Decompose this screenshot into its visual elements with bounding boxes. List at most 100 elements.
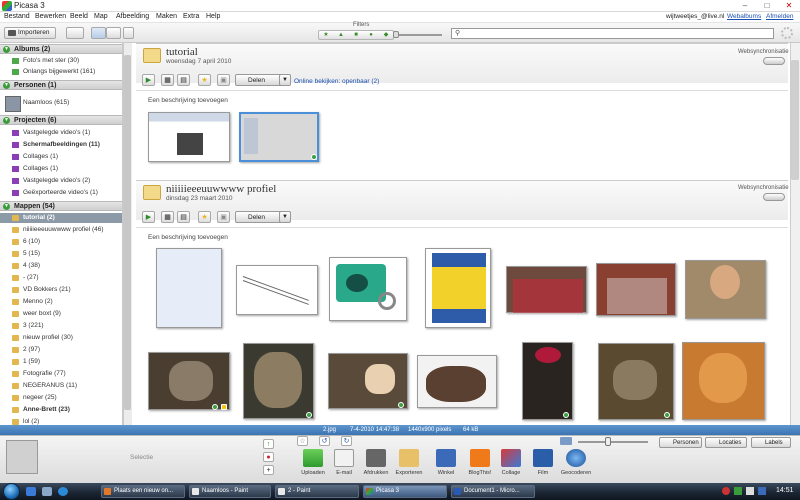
taskbar-item[interactable]: Document1 - Micro... (451, 485, 535, 498)
people-section[interactable]: ▼ Personen (1) (0, 80, 122, 90)
websync-toggle[interactable] (763, 57, 785, 65)
albums-section[interactable]: ▼ Albums (2) (0, 44, 122, 54)
geotag-label[interactable]: Geocoderen (558, 470, 594, 476)
places-button[interactable]: Locaties (705, 437, 747, 448)
share-dropdown-icon[interactable]: ▼ (279, 211, 291, 223)
webalbums-link[interactable]: Webalbums (727, 13, 761, 20)
sidebar-item-recent[interactable]: Onlangs bijgewerkt (161) (0, 67, 122, 77)
ie-quicklaunch-icon[interactable] (58, 487, 68, 496)
menu-beeld[interactable]: Beeld (70, 13, 88, 20)
photo-thumbnail[interactable] (148, 352, 230, 410)
sidebar-item-folder[interactable]: niiiiieeeuuwwww profiel (46) (0, 225, 122, 235)
menu-bewerken[interactable]: Bewerken (35, 13, 66, 20)
email-label[interactable]: E-mail (326, 470, 362, 476)
collapse-arrow-icon[interactable]: ▼ (3, 46, 10, 53)
menu-extra[interactable]: Extra (183, 13, 199, 20)
rotate-right-icon[interactable]: ↻ (341, 436, 352, 446)
taskbar-item-active[interactable]: Picasa 3 (363, 485, 447, 498)
taskbar-item[interactable]: Naamloos - Paint (189, 485, 271, 498)
photo-thumbnail[interactable] (425, 248, 491, 328)
collapse-arrow-icon[interactable]: ▼ (3, 117, 10, 124)
sidebar-item-folder[interactable]: 5 (15) (0, 249, 122, 259)
search-input[interactable] (451, 28, 774, 39)
avatar[interactable] (5, 96, 21, 112)
people-filter-icon[interactable]: ● (367, 32, 375, 39)
photo-thumbnail[interactable] (148, 112, 230, 162)
photo-thumbnail[interactable] (596, 263, 676, 316)
export-label[interactable]: Exporteren (391, 470, 427, 476)
menu-afbeelding[interactable]: Afbeelding (116, 13, 149, 20)
album-description[interactable]: Een beschrijving toevoegen (148, 97, 228, 104)
album-title[interactable]: niiiiieeeuuwwww profiel (166, 183, 276, 195)
clock[interactable]: 14:51 (776, 487, 794, 494)
star-filter-icon[interactable]: ★ (322, 32, 330, 39)
sidebar-item-folder-selected[interactable]: tutorial (2) (0, 213, 122, 223)
antivirus-icon[interactable] (722, 487, 730, 495)
sidebar-item-project[interactable]: Collages (1) (0, 152, 122, 162)
logout-link[interactable]: Afmelden (766, 13, 793, 20)
labels-button[interactable]: Labels (751, 437, 791, 448)
play-slideshow-button[interactable]: ▶ (142, 74, 155, 86)
thumbnail-zoom-slider[interactable] (605, 437, 611, 446)
photo-thumbnail[interactable] (236, 265, 318, 315)
sidebar-item-starred[interactable]: Foto's met ster (30) (0, 56, 122, 66)
photo-thumbnail[interactable] (329, 257, 407, 321)
system-tray-icons[interactable] (722, 487, 772, 496)
print-label[interactable]: Afdrukken (358, 470, 394, 476)
add-icon[interactable]: + (263, 465, 274, 475)
websync-toggle[interactable] (763, 193, 785, 201)
save-icon[interactable]: ▣ (217, 211, 230, 223)
sidebar-item-project[interactable]: Schermafbeeldingen (11) (0, 140, 122, 150)
sidebar-item-folder[interactable]: Fotografie (77) (0, 369, 122, 379)
movie-button[interactable]: ▤ (177, 211, 190, 223)
movie-label[interactable]: Film (525, 470, 561, 476)
sidebar-item-folder[interactable]: VD Bokkers (21) (0, 285, 122, 295)
album-title[interactable]: tutorial (166, 46, 198, 58)
date-filter-slider[interactable] (393, 31, 399, 38)
shop-icon[interactable] (436, 449, 456, 467)
sidebar-item-folder[interactable]: Anne-Brett (23) (0, 405, 122, 415)
photo-thumbnail[interactable] (243, 343, 314, 419)
import-button[interactable]: Importeren (4, 27, 56, 39)
sidebar-item-folder[interactable]: Menno (2) (0, 297, 122, 307)
sidebar-item-project[interactable]: Vastgelegde video's (1) (0, 128, 122, 138)
sidebar-item-folder[interactable]: - (27) (0, 273, 122, 283)
library-scroll-thumb[interactable] (791, 60, 799, 180)
photo-thumbnail[interactable] (598, 343, 674, 420)
photo-thumbnail[interactable] (506, 266, 587, 313)
sidebar-item-folder[interactable]: 2 (97) (0, 345, 122, 355)
folders-section[interactable]: ▼ Mappen (54) (0, 201, 122, 211)
browser-quicklaunch-icon[interactable] (26, 487, 36, 496)
switch-view-button[interactable] (66, 27, 84, 39)
collage-icon[interactable] (501, 449, 521, 467)
sidebar-item-folder[interactable]: negeer (25) (0, 393, 122, 403)
sidebar-item-folder[interactable]: nieuw profiel (30) (0, 333, 122, 343)
menu-map[interactable]: Map (94, 13, 108, 20)
export-icon[interactable] (399, 449, 419, 467)
windows-start-icon[interactable] (3, 483, 20, 500)
photo-thumbnail[interactable] (685, 260, 766, 319)
sidebar-item-project[interactable]: Vastgelegde video's (2) (0, 176, 122, 186)
print-icon[interactable] (366, 449, 386, 467)
photo-thumbnail[interactable] (328, 353, 408, 409)
view-online-link[interactable]: Online bekijken: openbaar (2) (294, 78, 379, 85)
star-icon[interactable]: ★ (198, 211, 211, 223)
photo-thumbnail[interactable] (522, 342, 573, 420)
photo-thumbnail[interactable] (417, 355, 497, 408)
sidebar-item-folder[interactable]: 4 (38) (0, 261, 122, 271)
sidebar-item-folder[interactable]: weer boxt (9) (0, 309, 122, 319)
shop-label[interactable]: Winkel (428, 470, 464, 476)
taskbar-item[interactable]: Plaats een nieuw on... (101, 485, 185, 498)
collapse-arrow-icon[interactable]: ▼ (3, 82, 10, 89)
collapse-button[interactable] (123, 27, 134, 39)
photo-thumbnail[interactable] (682, 342, 765, 420)
sidebar-item-folder[interactable]: NEGERANUS (11) (0, 381, 122, 391)
collage-button[interactable]: ▦ (161, 211, 174, 223)
list-view-button[interactable] (91, 27, 106, 39)
hold-icon[interactable]: ↑ (263, 439, 274, 449)
star-icon[interactable]: ★ (198, 74, 211, 86)
minimize-button[interactable]: – (734, 0, 756, 11)
close-button[interactable]: ✕ (778, 0, 800, 11)
menu-maken[interactable]: Maken (156, 13, 177, 20)
collage-label[interactable]: Collage (493, 470, 529, 476)
